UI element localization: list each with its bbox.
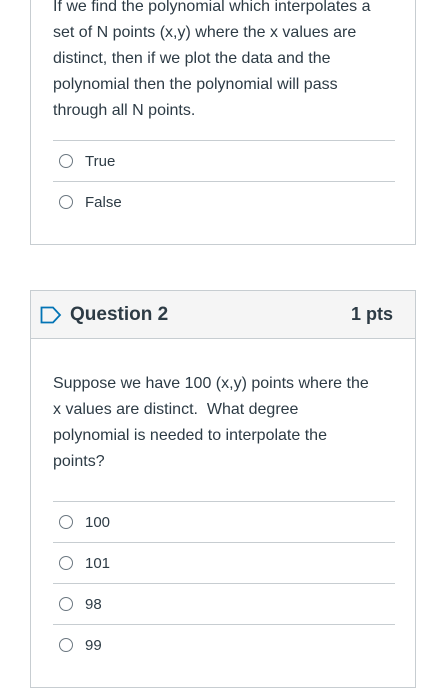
- question-text-line: Suppose we have 100 (x,y) points where t…: [53, 375, 369, 392]
- answer-label: 100: [85, 513, 111, 531]
- radio-icon[interactable]: [59, 195, 73, 209]
- question-2-text: Suppose we have 100 (x,y) points where t…: [53, 371, 393, 475]
- question-1-card: If we find the polynomial which interpol…: [30, 0, 416, 245]
- answer-option-101[interactable]: 101: [53, 542, 395, 583]
- radio-icon[interactable]: [59, 597, 73, 611]
- question-1-answers: True False: [53, 140, 395, 222]
- answer-label: 101: [85, 554, 111, 572]
- question-text-line: polynomial then the polynomial will pass: [53, 76, 338, 93]
- question-text-line: set of N points (x,y) where the x values…: [53, 24, 357, 41]
- answer-option-98[interactable]: 98: [53, 583, 395, 624]
- question-text-line: points?: [53, 453, 105, 470]
- question-text-line: x values are distinct. What degree: [53, 401, 299, 418]
- answer-option-99[interactable]: 99: [53, 624, 395, 665]
- question-text-line: distinct, then if we plot the data and t…: [53, 50, 331, 67]
- question-2-answers: 100 101 98 99: [53, 501, 395, 665]
- question-title: Question 2: [70, 303, 169, 325]
- question-1-text: If we find the polynomial which interpol…: [53, 0, 393, 124]
- answer-label: 99: [85, 636, 102, 654]
- answer-option-false[interactable]: False: [53, 181, 395, 222]
- answer-option-100[interactable]: 100: [53, 501, 395, 542]
- answer-option-true[interactable]: True: [53, 140, 395, 181]
- question-text-line: through all N points.: [53, 102, 196, 119]
- flag-icon[interactable]: [40, 305, 62, 325]
- question-points: 1 pts: [350, 304, 393, 324]
- question-header: Question 2 1 pts: [31, 291, 415, 339]
- radio-icon[interactable]: [59, 638, 73, 652]
- radio-icon[interactable]: [59, 556, 73, 570]
- radio-icon[interactable]: [59, 515, 73, 529]
- question-text-line: If we find the polynomial which interpol…: [53, 0, 371, 15]
- question-2-card: Question 2 1 pts Suppose we have 100 (x,…: [30, 290, 416, 688]
- answer-label: 98: [85, 595, 102, 613]
- radio-icon[interactable]: [59, 154, 73, 168]
- answer-label: True: [85, 152, 116, 170]
- answer-label: False: [85, 193, 122, 211]
- question-text-line: polynomial is needed to interpolate the: [53, 427, 327, 444]
